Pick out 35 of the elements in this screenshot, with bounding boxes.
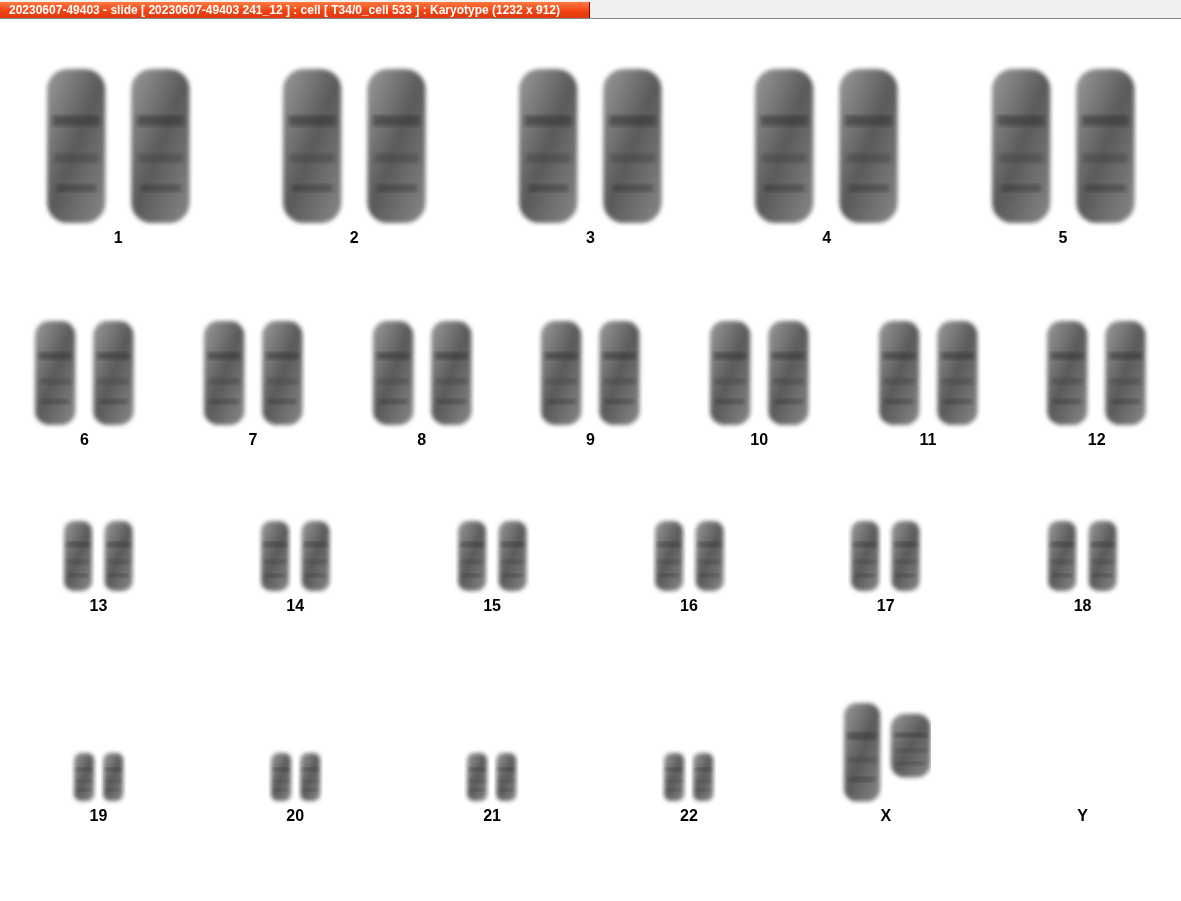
chromosome-pair-drawing: [1048, 521, 1117, 591]
chromosome-label: X: [880, 807, 892, 825]
chromosome-label: 17: [876, 597, 895, 615]
chromosome-pair-drawing: [467, 753, 517, 801]
chromosome-pair-drawing: [664, 753, 714, 801]
window-title: 20230607-49403 - slide [ 20230607-49403 241_12 ] : cell [ T34/0_cell 533 ] : Karyotype (1232 x 912): [0, 2, 590, 18]
chromosome-label: 21: [483, 807, 501, 825]
chromosome-label: 8: [417, 431, 427, 449]
chromosome-label: Y: [1077, 807, 1088, 825]
chromosome-label: 20: [286, 807, 305, 825]
chromosome-label: 1: [113, 229, 123, 247]
chromosome-label: 16: [680, 597, 698, 615]
chromosome-label: 22: [680, 807, 698, 825]
chromosome-label: 3: [586, 229, 595, 247]
chromosome-pair-drawing: [457, 521, 527, 591]
chromosome-label: 14: [286, 597, 305, 615]
chromosome-label: 11: [919, 431, 937, 449]
chromosome-label: 18: [1073, 597, 1092, 615]
chromosome-pair-drawing: [260, 521, 330, 591]
chromosome-label: 4: [822, 229, 832, 247]
chromosome-label: 6: [79, 431, 89, 449]
chromosome-label: 5: [1058, 229, 1068, 247]
chromosome-label: 7: [248, 431, 258, 449]
chromosome-pair-drawing: [64, 521, 133, 591]
chromosome-pair-drawing: [851, 521, 921, 591]
chromosome-label: 12: [1087, 431, 1106, 449]
chromosome-label: 15: [483, 597, 501, 615]
chromosome-pair-drawing: [654, 521, 724, 591]
chromosome-label: 19: [89, 807, 108, 825]
chromosome-label: 2: [349, 229, 359, 247]
chromosome-label: 13: [89, 597, 108, 615]
chromosome-label: 9: [586, 431, 595, 449]
chromosome-pair-drawing: [270, 753, 320, 801]
chromosome-pair-drawing: [73, 753, 124, 801]
chromosome-label: 10: [750, 431, 769, 449]
